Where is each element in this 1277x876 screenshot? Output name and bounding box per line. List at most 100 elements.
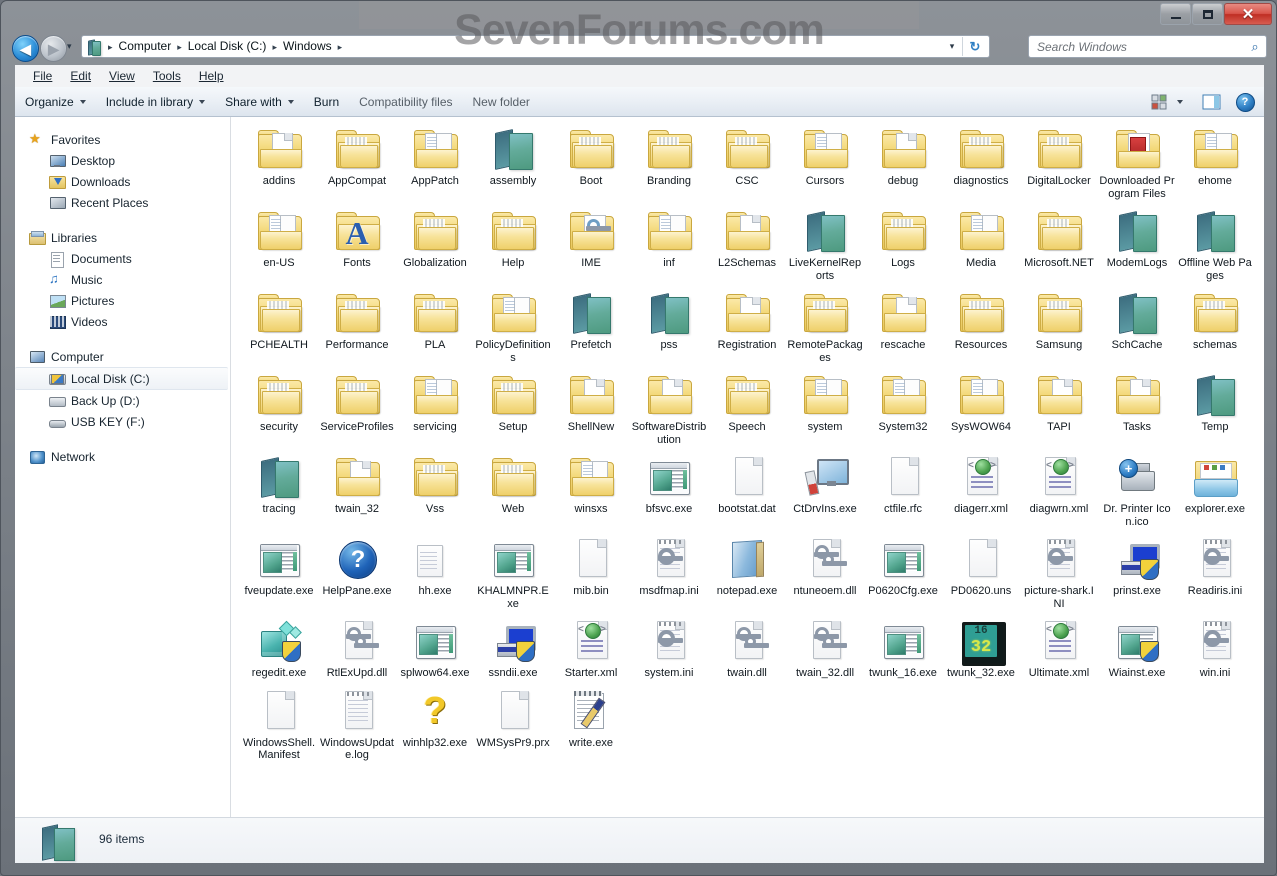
file-item[interactable]: Wiainst.exe [1098, 615, 1176, 683]
file-item[interactable]: msdfmap.ini [630, 533, 708, 613]
share-with-button[interactable]: Share with [215, 91, 304, 113]
burn-button[interactable]: Burn [304, 91, 349, 113]
file-item[interactable]: <>Starter.xml [552, 615, 630, 683]
file-item[interactable]: SoftwareDistribution [630, 369, 708, 449]
file-item[interactable]: Offline Web Pages [1176, 205, 1254, 285]
file-item[interactable]: ssndii.exe [474, 615, 552, 683]
file-item[interactable]: PD0620.uns [942, 533, 1020, 613]
sidebar-item-music[interactable]: ♫ Music [15, 269, 230, 290]
file-item[interactable]: diagnostics [942, 123, 1020, 203]
file-item[interactable]: SchCache [1098, 287, 1176, 367]
file-item[interactable]: Branding [630, 123, 708, 203]
file-item[interactable]: LiveKernelReports [786, 205, 864, 285]
file-item[interactable]: schemas [1176, 287, 1254, 367]
sidebar-group-favorites[interactable]: ★ Favorites [15, 129, 230, 150]
organize-button[interactable]: Organize [15, 91, 96, 113]
file-item[interactable]: Resources [942, 287, 1020, 367]
file-item[interactable]: AppPatch [396, 123, 474, 203]
file-item[interactable]: bfsvc.exe [630, 451, 708, 531]
file-item[interactable]: explorer.exe [1176, 451, 1254, 531]
file-item[interactable]: Downloaded Program Files [1098, 123, 1176, 203]
close-button[interactable]: ✕ [1224, 3, 1272, 25]
menu-tools[interactable]: Tools [144, 67, 190, 85]
file-item[interactable]: DigitalLocker [1020, 123, 1098, 203]
file-item[interactable]: rescache [864, 287, 942, 367]
file-item[interactable]: en-US [240, 205, 318, 285]
include-in-library-button[interactable]: Include in library [96, 91, 215, 113]
file-item[interactable]: system.ini [630, 615, 708, 683]
file-item[interactable]: +Dr. Printer Icon.ico [1098, 451, 1176, 531]
file-item[interactable]: prinst.exe [1098, 533, 1176, 613]
file-item[interactable]: Media [942, 205, 1020, 285]
back-button[interactable]: ◀ [12, 35, 39, 62]
file-item[interactable]: PCHEALTH [240, 287, 318, 367]
sidebar-item-videos[interactable]: Videos [15, 311, 230, 332]
help-button[interactable]: ? [1232, 91, 1258, 113]
file-item[interactable]: twain.dll [708, 615, 786, 683]
menu-help[interactable]: Help [190, 67, 233, 85]
file-item[interactable]: Microsoft.NET [1020, 205, 1098, 285]
breadcrumb-local-disk[interactable]: Local Disk (C:) [186, 36, 269, 57]
search-input[interactable] [1035, 36, 1244, 57]
file-item[interactable]: Speech [708, 369, 786, 449]
file-item[interactable]: splwow64.exe [396, 615, 474, 683]
breadcrumb-windows[interactable]: Windows [281, 36, 334, 57]
recent-pages-button[interactable]: ▾ [67, 42, 76, 51]
sidebar-group-computer[interactable]: Computer [15, 346, 230, 367]
file-item[interactable]: inf [630, 205, 708, 285]
file-item[interactable]: P0620Cfg.exe [864, 533, 942, 613]
breadcrumb-separator[interactable]: ▸ [173, 36, 186, 57]
file-item[interactable]: Samsung [1020, 287, 1098, 367]
menu-view[interactable]: View [100, 67, 144, 85]
file-item[interactable]: PLA [396, 287, 474, 367]
forward-button[interactable]: ▶ [40, 35, 67, 62]
file-item[interactable]: regedit.exe [240, 615, 318, 683]
file-item[interactable]: AFonts [318, 205, 396, 285]
menu-edit[interactable]: Edit [61, 67, 100, 85]
change-view-button[interactable] [1148, 91, 1170, 113]
file-item[interactable]: PolicyDefinitions [474, 287, 552, 367]
preview-pane-button[interactable] [1198, 91, 1224, 113]
file-item[interactable]: AppCompat [318, 123, 396, 203]
file-item[interactable]: System32 [864, 369, 942, 449]
address-dropdown-icon[interactable]: ▾ [943, 36, 961, 57]
file-item[interactable]: Temp [1176, 369, 1254, 449]
file-item[interactable]: Setup [474, 369, 552, 449]
sidebar-item-documents[interactable]: Documents [15, 248, 230, 269]
sidebar-group-network[interactable]: Network [15, 446, 230, 467]
file-item[interactable]: Readiris.ini [1176, 533, 1254, 613]
file-item[interactable]: twain_32 [318, 451, 396, 531]
file-item[interactable]: twunk_16.exe [864, 615, 942, 683]
file-item[interactable]: hh.exe [396, 533, 474, 613]
view-dropdown-button[interactable] [1172, 91, 1188, 113]
minimize-button[interactable] [1160, 3, 1191, 25]
file-item[interactable]: ShellNew [552, 369, 630, 449]
file-item[interactable]: WindowsUpdate.log [318, 685, 396, 765]
sidebar-item-usb-key-f[interactable]: USB KEY (F:) [15, 411, 230, 432]
file-item[interactable]: ehome [1176, 123, 1254, 203]
sidebar-item-local-disk-c[interactable]: Local Disk (C:) [15, 367, 228, 390]
file-item[interactable]: Performance [318, 287, 396, 367]
sidebar-item-recent-places[interactable]: Recent Places [15, 192, 230, 213]
file-item[interactable]: CSC [708, 123, 786, 203]
file-item[interactable]: mib.bin [552, 533, 630, 613]
new-folder-button[interactable]: New folder [463, 91, 540, 113]
file-item[interactable]: system [786, 369, 864, 449]
file-item[interactable]: bootstat.dat [708, 451, 786, 531]
file-item[interactable]: IME [552, 205, 630, 285]
file-item[interactable]: addins [240, 123, 318, 203]
compatibility-files-button[interactable]: Compatibility files [349, 91, 462, 113]
file-item[interactable]: Boot [552, 123, 630, 203]
file-item[interactable]: KHALMNPR.Exe [474, 533, 552, 613]
file-item[interactable]: Web [474, 451, 552, 531]
file-item[interactable]: twain_32.dll [786, 615, 864, 683]
sidebar-item-pictures[interactable]: Pictures [15, 290, 230, 311]
file-item[interactable]: assembly [474, 123, 552, 203]
file-item[interactable]: Prefetch [552, 287, 630, 367]
file-list-pane[interactable]: addinsAppCompatAppPatchassemblyBootBrand… [232, 117, 1264, 817]
file-item[interactable]: 1632twunk_32.exe [942, 615, 1020, 683]
file-item[interactable]: win.ini [1176, 615, 1254, 683]
file-item[interactable]: notepad.exe [708, 533, 786, 613]
maximize-button[interactable] [1192, 3, 1223, 25]
file-item[interactable]: RemotePackages [786, 287, 864, 367]
